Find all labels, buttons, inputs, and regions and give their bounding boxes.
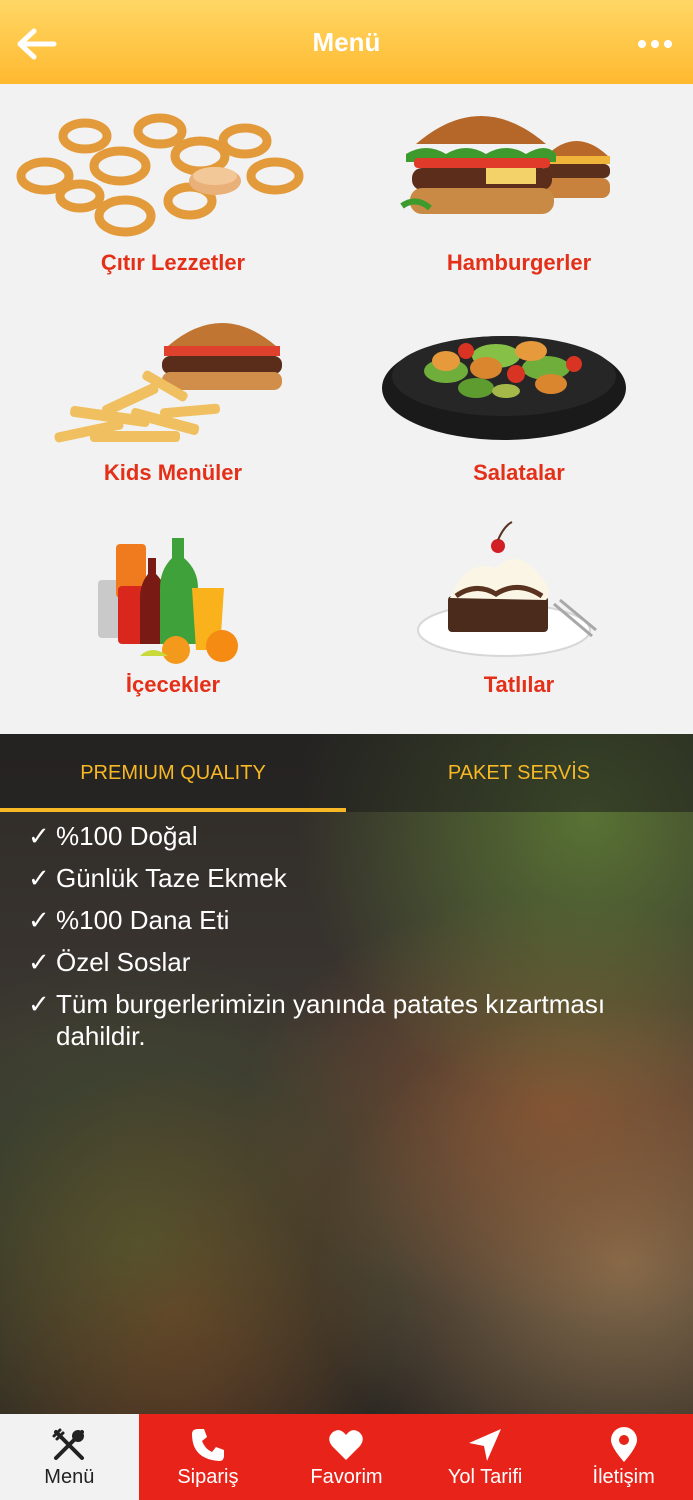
category-label: Hamburgerler xyxy=(446,250,592,275)
category-beverages[interactable]: İçecekler xyxy=(0,518,346,730)
tab-premium-quality[interactable]: PREMIUM QUALITY xyxy=(0,734,346,812)
app-header: Menü xyxy=(0,0,693,84)
info-panel: PREMIUM QUALITY PAKET SERVİS ✓ %100 Doğal… xyxy=(0,734,693,1414)
nav-label: İletişim xyxy=(592,1466,655,1488)
heart-icon xyxy=(329,1430,364,1460)
salad-image xyxy=(382,336,626,440)
tab-paket-servis[interactable]: PAKET SERVİS xyxy=(346,734,692,812)
nav-item-contact[interactable]: İletişim xyxy=(554,1414,693,1500)
navigation-arrow-icon xyxy=(469,1429,502,1461)
feature-item: ✓ Özel Soslar xyxy=(28,947,191,977)
page-title: Menü xyxy=(312,26,381,57)
check-icon: ✓ xyxy=(28,947,50,977)
check-icon: ✓ xyxy=(28,821,50,851)
category-label: Çıtır Lezzetler xyxy=(100,250,246,275)
beverages-image xyxy=(98,538,238,664)
check-icon: ✓ xyxy=(28,905,50,935)
category-label: Tatlılar xyxy=(483,672,555,697)
back-arrow-icon[interactable] xyxy=(14,22,58,66)
nav-item-directions[interactable]: Yol Tarifi xyxy=(416,1414,555,1500)
phone-icon xyxy=(191,1429,224,1461)
feature-item: ✓ Günlük Taze Ekmek xyxy=(28,863,287,893)
nav-item-menu[interactable]: Menü xyxy=(0,1414,139,1500)
feature-item: ✓ %100 Dana Eti xyxy=(28,905,230,935)
category-hamburgers[interactable]: Hamburgerler xyxy=(346,96,692,308)
nav-label: Yol Tarifi xyxy=(447,1466,523,1488)
fork-knife-icon xyxy=(52,1428,85,1460)
active-tab-indicator xyxy=(0,808,346,812)
onion-rings-image xyxy=(16,113,304,237)
category-desserts[interactable]: Tatlılar xyxy=(346,518,692,730)
info-tabs: PREMIUM QUALITY PAKET SERVİS xyxy=(0,734,693,812)
category-salads[interactable]: Salatalar xyxy=(346,306,692,518)
nav-item-favorites[interactable]: Favorim xyxy=(277,1414,416,1500)
check-icon: ✓ xyxy=(28,863,50,893)
category-label: Kids Menüler xyxy=(103,460,243,485)
more-options-icon[interactable] xyxy=(637,30,673,58)
hamburger-image xyxy=(400,116,610,214)
nav-label: Sipariş xyxy=(177,1466,239,1488)
location-pin-icon xyxy=(610,1427,637,1462)
category-label: İçecekler xyxy=(125,672,221,697)
feature-list: ✓ %100 Doğal ✓ Günlük Taze Ekmek ✓ %100 Dan… xyxy=(28,820,668,1062)
nav-label: Favorim xyxy=(310,1466,383,1488)
nav-label: Menü xyxy=(44,1466,95,1488)
feature-item: ✓ %100 Doğal xyxy=(28,821,198,851)
category-kids-menus[interactable]: Kids Menüler xyxy=(0,306,346,518)
category-crispy[interactable]: Çıtır Lezzetler xyxy=(0,96,346,308)
category-label: Salatalar xyxy=(473,460,565,485)
dessert-image xyxy=(417,521,597,657)
kids-menu-image xyxy=(54,323,282,443)
category-grid: Çıtır Lezzetler Hamburgerler Kids Menüle… xyxy=(0,84,693,734)
check-icon: ✓ xyxy=(28,989,50,1019)
bottom-nav: Menü Sipariş Favorim Yol Tarifi İletişim xyxy=(0,1414,693,1500)
nav-item-order[interactable]: Sipariş xyxy=(139,1414,278,1500)
feature-item: ✓ Tüm burgerlerimizin yanında patates kız… xyxy=(28,989,606,1051)
